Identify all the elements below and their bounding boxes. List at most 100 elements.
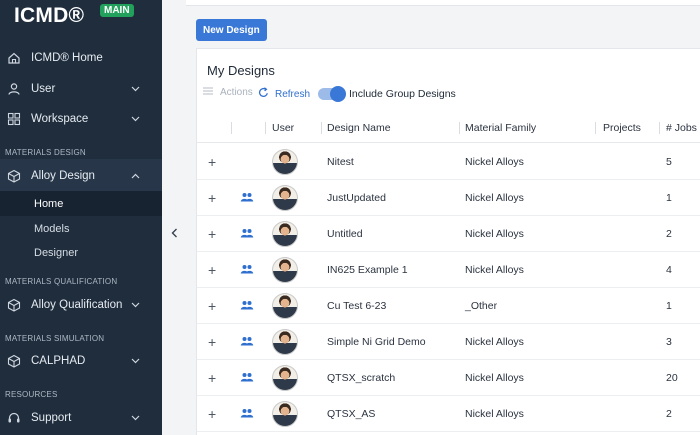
plus-icon: +: [208, 190, 217, 206]
expand-row-button[interactable]: +: [208, 288, 216, 324]
table-row[interactable]: + Untitled Nickel Alloys 2: [197, 216, 700, 252]
user-avatar-cell: [272, 396, 298, 432]
table-row[interactable]: + Cu Test 6-23 _Other 1: [197, 288, 700, 324]
material-family-cell: _Other: [465, 300, 498, 312]
expand-row-button[interactable]: +: [208, 216, 216, 252]
environment-badge: MAIN: [100, 4, 134, 17]
user-avatar-cell: [272, 324, 298, 360]
table-row[interactable]: + QTSX_AS Nickel Alloys 2: [197, 396, 700, 432]
design-name-cell[interactable]: Simple Ni Grid Demo: [327, 324, 426, 360]
chevron-down-icon: [131, 113, 140, 125]
expand-row-button[interactable]: +: [208, 252, 216, 288]
plus-icon: +: [208, 334, 217, 350]
actions-label: Actions: [220, 87, 253, 98]
table-row[interactable]: + QTSX_scratch Nickel Alloys 20: [197, 360, 700, 396]
top-bar: [186, 0, 700, 6]
include-group-designs-toggle[interactable]: [318, 86, 346, 102]
column-header-design-name[interactable]: Design Name: [327, 113, 391, 143]
group-icon: [240, 336, 254, 349]
jobs-cell: 2: [666, 228, 672, 240]
section-title-materials-qualification: MATERIALS QUALIFICATION: [5, 277, 118, 286]
sidebar-subitem-home[interactable]: Home: [0, 191, 162, 216]
material-family-cell: Nickel Alloys: [465, 264, 524, 276]
sidebar-item-label: Support: [31, 412, 72, 424]
avatar: [272, 149, 298, 175]
user-avatar-cell: [272, 252, 298, 288]
column-header-user[interactable]: User: [272, 113, 294, 143]
column-header-material-family[interactable]: Material Family: [465, 113, 536, 143]
sidebar-item-user[interactable]: User: [0, 72, 162, 106]
expand-row-button[interactable]: +: [208, 396, 216, 432]
sidebar-subitem-designer[interactable]: Designer: [0, 240, 162, 265]
avatar: [272, 293, 298, 319]
group-icon: [240, 408, 254, 421]
plus-icon: +: [208, 406, 217, 422]
design-name-cell[interactable]: Nitest: [327, 144, 354, 180]
sidebar-subitem-models[interactable]: Models: [0, 216, 162, 241]
design-name-cell[interactable]: JustUpdated: [327, 180, 386, 216]
chevron-left-icon: [171, 225, 178, 243]
plus-icon: +: [208, 154, 217, 170]
group-indicator: [240, 324, 254, 360]
expand-row-button[interactable]: +: [208, 180, 216, 216]
sidebar-item-alloy-qualification[interactable]: Alloy Qualification: [0, 288, 162, 322]
plus-icon: +: [208, 298, 217, 314]
sidebar-item-label: ICMD® Home: [31, 52, 103, 64]
expand-row-button[interactable]: +: [208, 324, 216, 360]
user-avatar-cell: [272, 360, 298, 396]
sidebar-item-workspace[interactable]: Workspace: [0, 102, 162, 136]
group-icon: [240, 228, 254, 241]
design-name-cell[interactable]: QTSX_AS: [327, 396, 375, 432]
material-family-cell: Nickel Alloys: [465, 408, 524, 420]
new-design-button[interactable]: New Design: [196, 19, 267, 41]
table-row[interactable]: + IN625 Example 1 Nickel Alloys 4: [197, 252, 700, 288]
refresh-icon: [258, 87, 269, 101]
chevron-up-icon: [131, 170, 140, 182]
page-title: My Designs: [207, 63, 275, 78]
column-separator: [659, 122, 660, 134]
sidebar-item-calphad[interactable]: CALPHAD: [0, 344, 162, 378]
table-row[interactable]: + Simple Ni Grid Demo Nickel Alloys 3: [197, 324, 700, 360]
column-header-projects[interactable]: Projects: [603, 113, 641, 143]
actions-button[interactable]: Actions: [203, 87, 253, 98]
cube-icon: [7, 169, 21, 183]
jobs-cell: 20: [666, 372, 678, 384]
section-title-materials-design: MATERIALS DESIGN: [5, 148, 86, 157]
section-title-materials-simulation: MATERIALS SIMULATION: [5, 334, 105, 343]
design-name-cell[interactable]: QTSX_scratch: [327, 360, 395, 396]
sidebar-item-alloy-design[interactable]: Alloy Design: [0, 159, 162, 193]
sidebar-item-support[interactable]: Support: [0, 401, 162, 435]
column-separator: [265, 122, 266, 134]
user-avatar-cell: [272, 144, 298, 180]
avatar: [272, 185, 298, 211]
column-separator: [459, 122, 460, 134]
sidebar-subitem-label: Home: [34, 197, 64, 210]
table-header: User Design Name Material Family Project…: [197, 113, 700, 143]
avatar: [272, 257, 298, 283]
my-designs-panel: My Designs Actions Refresh Include Group…: [196, 48, 700, 435]
table-row[interactable]: + Nitest Nickel Alloys 5: [197, 144, 700, 180]
grid-icon: [7, 112, 21, 126]
table-row[interactable]: + JustUpdated Nickel Alloys 1: [197, 180, 700, 216]
column-header-jobs[interactable]: # Jobs: [666, 113, 697, 143]
expand-row-button[interactable]: +: [208, 360, 216, 396]
expand-row-button[interactable]: +: [208, 144, 216, 180]
avatar: [272, 401, 298, 427]
headset-icon: [7, 411, 21, 425]
jobs-cell: 1: [666, 300, 672, 312]
group-icon: [240, 192, 254, 205]
home-icon: [7, 51, 21, 65]
refresh-button[interactable]: Refresh: [258, 87, 310, 101]
collapse-sidebar-button[interactable]: [166, 226, 182, 242]
sidebar-item-icmd-home[interactable]: ICMD® Home: [0, 41, 162, 75]
material-family-cell: Nickel Alloys: [465, 372, 524, 384]
group-icon: [240, 300, 254, 313]
user-avatar-cell: [272, 288, 298, 324]
design-name-cell[interactable]: IN625 Example 1: [327, 252, 408, 288]
design-name-cell[interactable]: Cu Test 6-23: [327, 288, 386, 324]
column-separator: [231, 122, 232, 134]
group-indicator: [240, 288, 254, 324]
user-avatar-cell: [272, 180, 298, 216]
design-name-cell[interactable]: Untitled: [327, 216, 363, 252]
app-logo[interactable]: ICMD®: [14, 4, 84, 28]
